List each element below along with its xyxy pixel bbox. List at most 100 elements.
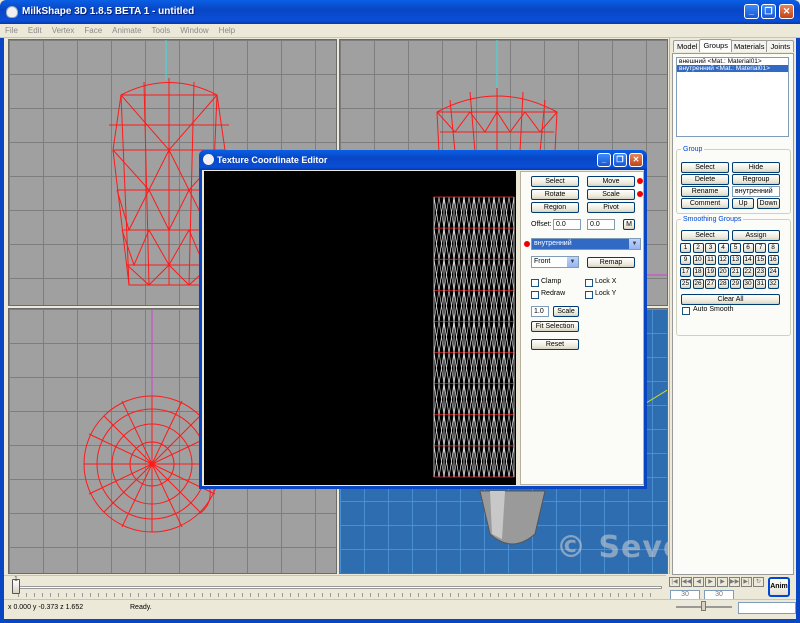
menu-file[interactable]: File <box>0 24 23 35</box>
scale-apply-button[interactable]: Scale <box>553 306 579 317</box>
up-button[interactable]: Up <box>732 198 754 209</box>
list-item[interactable]: внешний <Mat.: Material01> <box>677 58 788 65</box>
lock-x-checkbox[interactable] <box>585 279 593 287</box>
tce-move-button[interactable]: Move <box>587 176 635 187</box>
smoothing-group-27-button[interactable]: 27 <box>705 279 716 289</box>
offset-x-field[interactable]: 0.0 <box>553 219 581 230</box>
smoothing-group-20-button[interactable]: 20 <box>717 267 729 277</box>
chevron-down-icon: ▼ <box>629 239 640 249</box>
tce-region-button[interactable]: Region <box>531 202 579 213</box>
remap-button[interactable]: Remap <box>587 257 635 268</box>
menu-face[interactable]: Face <box>79 24 107 35</box>
next-frame-button[interactable]: ▶ <box>717 577 728 587</box>
smoothing-group-7-button[interactable]: 7 <box>755 243 766 253</box>
next-key-button[interactable]: ▶▶ <box>729 577 740 587</box>
uv-canvas[interactable] <box>204 171 516 485</box>
smoothing-group-18-button[interactable]: 18 <box>692 267 704 277</box>
menu-edit[interactable]: Edit <box>23 24 47 35</box>
hide-button[interactable]: Hide <box>732 162 780 173</box>
close-button[interactable]: ✕ <box>779 4 794 19</box>
tab-model[interactable]: Model <box>673 40 702 52</box>
maximize-button[interactable]: ❐ <box>761 4 776 19</box>
tce-minimize-button[interactable]: _ <box>597 153 611 167</box>
smoothing-group-12-button[interactable]: 12 <box>717 255 729 265</box>
smoothing-group-4-button[interactable]: 4 <box>717 243 729 253</box>
menu-help[interactable]: Help <box>214 24 240 35</box>
fit-selection-button[interactable]: Fit Selection <box>531 321 579 332</box>
smoothing-group-3-button[interactable]: 3 <box>705 243 716 253</box>
tce-rotate-button[interactable]: Rotate <box>531 189 579 200</box>
menu-window[interactable]: Window <box>175 24 213 35</box>
smoothing-group-1-button[interactable]: 1 <box>680 243 691 253</box>
smoothing-select-button[interactable]: Select <box>681 230 729 241</box>
minimize-button[interactable]: _ <box>744 4 759 19</box>
list-item-selected[interactable]: внутренний <Mat.: Material01> <box>677 65 788 72</box>
smoothing-group-14-button[interactable]: 14 <box>742 255 754 265</box>
smoothing-group-30-button[interactable]: 30 <box>742 279 754 289</box>
first-frame-button[interactable]: |◀ <box>669 577 680 587</box>
zoom-slider-thumb[interactable] <box>701 601 706 611</box>
lock-y-checkbox[interactable] <box>585 291 593 299</box>
tab-joints[interactable]: Joints <box>766 40 795 52</box>
down-button[interactable]: Down <box>757 198 780 209</box>
loop-button[interactable]: ↻ <box>753 577 764 587</box>
group-list[interactable]: внешний <Mat.: Material01> внутренний <M… <box>676 57 789 137</box>
smoothing-group-29-button[interactable]: 29 <box>730 279 741 289</box>
smoothing-group-24-button[interactable]: 24 <box>767 267 779 277</box>
prev-frame-button[interactable]: ◀ <box>693 577 704 587</box>
smoothing-group-22-button[interactable]: 22 <box>742 267 754 277</box>
timeline-track[interactable] <box>12 586 662 589</box>
smoothing-group-21-button[interactable]: 21 <box>730 267 741 277</box>
menu-vertex[interactable]: Vertex <box>47 24 80 35</box>
comment-button[interactable]: Comment <box>681 198 729 209</box>
smoothing-group-2-button[interactable]: 2 <box>692 243 704 253</box>
smoothing-group-15-button[interactable]: 15 <box>755 255 766 265</box>
smoothing-group-23-button[interactable]: 23 <box>755 267 766 277</box>
prev-key-button[interactable]: ◀◀ <box>681 577 692 587</box>
smoothing-group-9-button[interactable]: 9 <box>680 255 691 265</box>
m-button[interactable]: M <box>623 219 635 230</box>
window-title: MilkShape 3D 1.8.5 BETA 1 - untitled <box>22 6 195 17</box>
smoothing-group-28-button[interactable]: 28 <box>717 279 729 289</box>
tce-close-button[interactable]: ✕ <box>629 153 643 167</box>
auto-smooth-checkbox[interactable] <box>682 307 690 315</box>
tab-materials[interactable]: Materials <box>730 40 769 52</box>
clear-all-button[interactable]: Clear All <box>681 294 780 305</box>
smoothing-group-6-button[interactable]: 6 <box>742 243 754 253</box>
clamp-checkbox[interactable] <box>531 279 539 287</box>
smoothing-group-32-button[interactable]: 32 <box>767 279 779 289</box>
smoothing-group-31-button[interactable]: 31 <box>755 279 766 289</box>
smoothing-group-10-button[interactable]: 10 <box>692 255 704 265</box>
assign-button[interactable]: Assign <box>732 230 780 241</box>
tce-pivot-button[interactable]: Pivot <box>587 202 635 213</box>
offset-y-field[interactable]: 0.0 <box>587 219 615 230</box>
reset-button[interactable]: Reset <box>531 339 579 350</box>
smoothing-group-16-button[interactable]: 16 <box>767 255 779 265</box>
rename-field[interactable]: внутренний <box>732 186 780 197</box>
smoothing-group-17-button[interactable]: 17 <box>680 267 691 277</box>
tab-groups[interactable]: Groups <box>699 39 733 52</box>
tce-scale-button[interactable]: Scale <box>587 189 635 200</box>
menu-animate[interactable]: Animate <box>107 24 146 35</box>
play-button[interactable]: ▶ <box>705 577 716 587</box>
redraw-checkbox[interactable] <box>531 291 539 299</box>
smoothing-group-11-button[interactable]: 11 <box>705 255 716 265</box>
group-dropdown[interactable]: внутренний ▼ <box>531 238 641 250</box>
rename-button[interactable]: Rename <box>681 186 729 197</box>
smoothing-group-8-button[interactable]: 8 <box>767 243 779 253</box>
smoothing-group-25-button[interactable]: 25 <box>680 279 691 289</box>
smoothing-group-13-button[interactable]: 13 <box>730 255 741 265</box>
smoothing-group-5-button[interactable]: 5 <box>730 243 741 253</box>
tce-select-button[interactable]: Select <box>531 176 579 187</box>
scale-value-field[interactable]: 1.0 <box>531 306 549 317</box>
last-frame-button[interactable]: ▶| <box>741 577 752 587</box>
group-select-button[interactable]: Select <box>681 162 729 173</box>
delete-button[interactable]: Delete <box>681 174 729 185</box>
anim-button[interactable]: Anim <box>768 577 790 597</box>
smoothing-group-26-button[interactable]: 26 <box>692 279 704 289</box>
menu-tools[interactable]: Tools <box>147 24 176 35</box>
tce-maximize-button[interactable]: ❐ <box>613 153 627 167</box>
projection-dropdown[interactable]: Front ▼ <box>531 256 579 268</box>
smoothing-group-19-button[interactable]: 19 <box>705 267 716 277</box>
regroup-button[interactable]: Regroup <box>732 174 780 185</box>
